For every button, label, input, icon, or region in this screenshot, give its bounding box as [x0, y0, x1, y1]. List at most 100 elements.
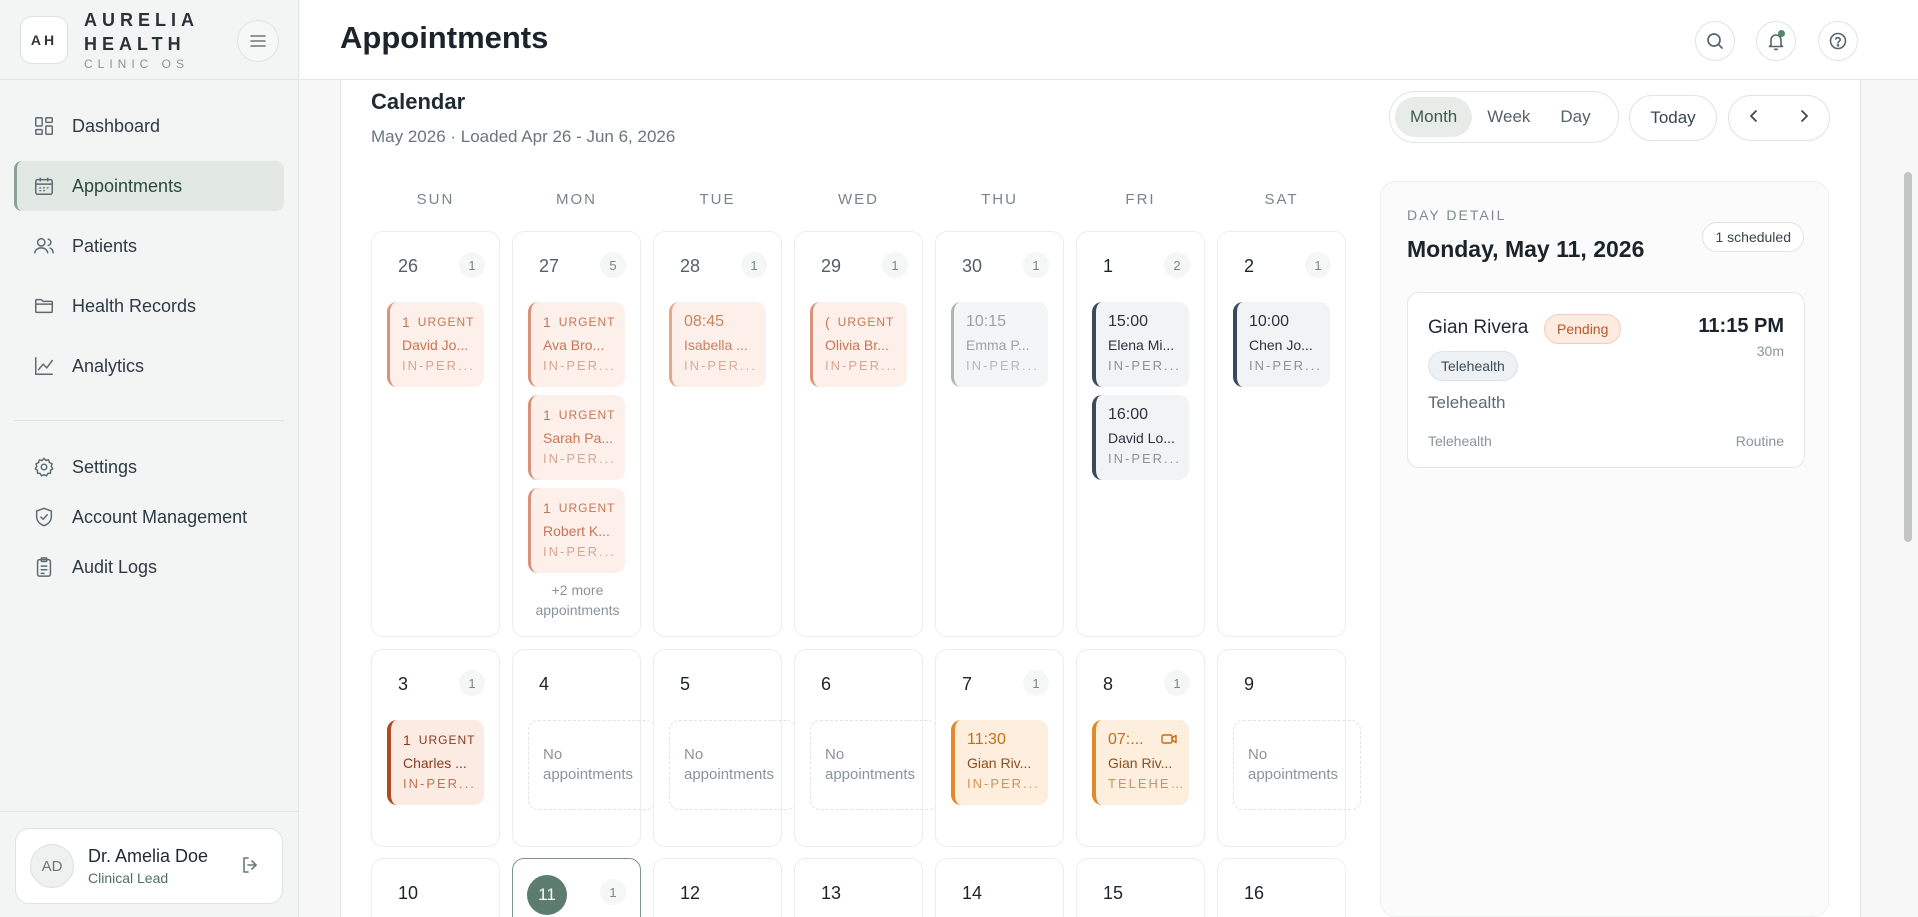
day-appointment-count: 1 — [600, 879, 626, 905]
weekday-label: SUN — [416, 191, 455, 208]
appointment-chip[interactable]: 1 URGENT David Jo... IN-PER... — [387, 302, 484, 387]
visit-mode-chip: Telehealth — [1428, 351, 1518, 381]
appointment-mode: IN-PER... — [966, 358, 1039, 373]
calendar-day-cell[interactable]: 1 2 15:00 Elena Mi... IN-PER... 16:00 David Lo… — [1076, 231, 1205, 637]
calendar-day-cell[interactable]: 7 1 11:30 Gian Riv... IN-PER... — [935, 649, 1064, 847]
appointment-time: 11:15 PM — [1698, 315, 1784, 337]
calendar-day-cell[interactable]: 14 — [935, 858, 1064, 917]
notifications-button[interactable] — [1756, 21, 1796, 61]
appointment-patient: Sarah Pa... — [543, 430, 614, 446]
calendar-day-cell[interactable]: 3 1 1 URGENT Charles ... IN-PER... — [371, 649, 500, 847]
calendar-day-cell[interactable]: 9 No appointments — [1217, 649, 1361, 847]
calendar-day-cell[interactable]: 12 — [653, 858, 782, 917]
appointment-chip[interactable]: 11:30 Gian Riv... IN-PER... — [951, 720, 1048, 805]
appointment-chip[interactable]: 07:... Gian Riv... TELEHE... — [1092, 720, 1189, 805]
appointment-time: 07:... — [1108, 731, 1144, 748]
calendar-day-cell[interactable]: 27 5 1 URGENT Ava Bro... IN-PER... 1 URGENT Sara… — [512, 231, 641, 637]
appointment-chip[interactable]: 16:00 David Lo... IN-PER... — [1092, 395, 1189, 480]
chart-icon — [32, 354, 56, 378]
appointment-card[interactable]: Gian Rivera Pending 11:15 PM 30m Telehea… — [1407, 292, 1805, 468]
sidebar-item-account-management[interactable]: Account Management — [14, 497, 284, 537]
no-appointments-placeholder: No appointments — [669, 720, 797, 810]
calendar-day-cell[interactable]: 6 No appointments — [794, 649, 938, 847]
calendar-day-cell[interactable]: 11 1 — [512, 858, 641, 917]
appointment-type: Telehealth — [1428, 393, 1506, 412]
calendar-day-cell[interactable]: 4 No appointments — [512, 649, 656, 847]
sidebar-item-appointments[interactable]: Appointments — [14, 161, 284, 211]
day-number: 28 — [680, 256, 701, 276]
search-button[interactable] — [1695, 21, 1735, 61]
menu-toggle-button[interactable] — [237, 20, 279, 62]
brand-name-line2: HEALTH — [84, 34, 186, 54]
calendar-day-cell[interactable]: 15 — [1076, 858, 1205, 917]
calendar-day-cell[interactable]: 16 — [1217, 858, 1346, 917]
prev-period-button[interactable] — [1746, 108, 1762, 129]
appointment-patient: David Lo... — [1108, 430, 1175, 446]
appointment-mode: IN-PER... — [543, 544, 616, 559]
sidebar-item-settings[interactable]: Settings — [14, 447, 284, 487]
sidebar-item-analytics[interactable]: Analytics — [14, 341, 284, 391]
day-number: 3 — [398, 674, 409, 694]
appointment-patient: Olivia Br... — [825, 337, 889, 353]
page-scrollbar[interactable] — [1904, 172, 1912, 542]
sidebar-item-patients[interactable]: Patients — [14, 221, 284, 271]
calendar-day-cell[interactable]: 28 1 08:45 Isabella ... IN-PER... — [653, 231, 782, 637]
patient-name: Gian Rivera — [1428, 317, 1529, 338]
appointment-time-row: (URGENT — [825, 312, 907, 332]
calendar-day-cell[interactable]: 29 1 (URGENT Olivia Br... IN-PER... — [794, 231, 923, 637]
appointment-time: 11:30 — [967, 731, 1006, 748]
day-number: 9 — [1244, 674, 1255, 694]
calendar-day-cell[interactable]: 10 — [371, 858, 500, 917]
calendar-day-cell[interactable]: 5 No appointments — [653, 649, 797, 847]
appointment-chip[interactable]: 10:15 Emma P... IN-PER... — [951, 302, 1048, 387]
appointment-chip[interactable]: 08:45 Isabella ... IN-PER... — [669, 302, 766, 387]
sidebar-item-health-records[interactable]: Health Records — [14, 281, 284, 331]
appointment-time-row: 1 URGENT — [543, 498, 625, 518]
day-appointment-count: 5 — [600, 252, 626, 278]
calendar-day-cell[interactable]: 8 1 07:... Gian Riv... TELEHE... — [1076, 649, 1205, 847]
sidebar-item-label: Analytics — [72, 355, 145, 376]
sidebar-item-dashboard[interactable]: Dashboard — [14, 101, 284, 151]
appointment-chip[interactable]: 1 URGENT Sarah Pa... IN-PER... — [528, 395, 625, 480]
next-period-button[interactable] — [1796, 108, 1812, 129]
today-button[interactable]: Today — [1629, 95, 1717, 141]
urgent-label: URGENT — [558, 408, 616, 422]
sidebar: AH AURELIA HEALTH CLINIC OS Dashboard App… — [0, 0, 299, 917]
calendar-day-cell[interactable]: 13 — [794, 858, 923, 917]
appointment-chip[interactable]: 1 URGENT Charles ... IN-PER... — [387, 720, 484, 805]
appointment-chip[interactable]: 1 URGENT Robert K... IN-PER... — [528, 488, 625, 573]
appointment-patient: Gian Riv... — [967, 755, 1032, 771]
calendar-day-cell[interactable]: 30 1 10:15 Emma P... IN-PER... — [935, 231, 1064, 637]
calendar-day-cell[interactable]: 2 1 10:00 Chen Jo... IN-PER... — [1217, 231, 1346, 637]
main-nav: Dashboard Appointments Patients Health Reco… — [14, 101, 284, 401]
view-week-button[interactable]: Week — [1472, 97, 1545, 137]
user-card[interactable]: AD Dr. Amelia Doe Clinical Lead — [15, 828, 283, 904]
day-appointment-count: 2 — [1164, 252, 1190, 278]
appointment-chip[interactable]: 15:00 Elena Mi... IN-PER... — [1092, 302, 1189, 387]
sidebar-item-label: Account Management — [72, 506, 248, 527]
appointment-chip[interactable]: 10:00 Chen Jo... IN-PER... — [1233, 302, 1330, 387]
appointment-channel: Telehealth — [1428, 433, 1492, 449]
appointment-time-truncated: 1 — [543, 500, 551, 516]
urgent-label: URGENT — [418, 733, 476, 747]
appointment-time: 08:45 — [684, 313, 725, 330]
help-icon — [1829, 32, 1847, 50]
day-number: 14 — [962, 883, 983, 903]
help-button[interactable] — [1818, 21, 1858, 61]
appointment-chip[interactable]: 1 URGENT Ava Bro... IN-PER... — [528, 302, 625, 387]
more-appointments-link[interactable]: +2 more appointments — [513, 580, 642, 620]
appointment-patient: David Jo... — [402, 337, 469, 353]
sidebar-item-label: Dashboard — [72, 115, 161, 136]
sidebar-item-audit-logs[interactable]: Audit Logs — [14, 547, 284, 587]
day-detail-label: DAY DETAIL — [1407, 207, 1507, 223]
appointment-patient: Ava Bro... — [543, 337, 605, 353]
calendar-day-cell[interactable]: 26 1 1 URGENT David Jo... IN-PER... — [371, 231, 500, 637]
logout-button[interactable] — [240, 855, 260, 880]
day-number: 4 — [539, 674, 550, 694]
appointment-time-truncated: 1 — [402, 314, 410, 330]
page-title: Appointments — [340, 20, 549, 55]
view-day-button[interactable]: Day — [1545, 97, 1605, 137]
appointment-chip[interactable]: (URGENT Olivia Br... IN-PER... — [810, 302, 907, 387]
view-month-button[interactable]: Month — [1395, 97, 1473, 137]
appointment-patient: Charles ... — [403, 755, 467, 771]
